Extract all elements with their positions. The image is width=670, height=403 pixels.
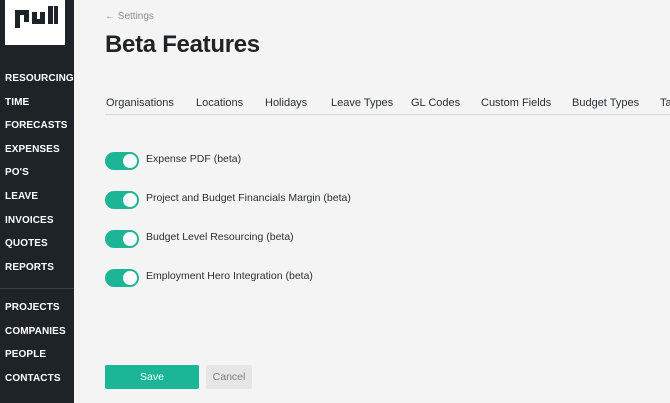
sidebar-item-leave[interactable]: LEAVE (0, 185, 74, 209)
secondary-nav: PROJECTS COMPANIES PEOPLE CONTACTS (0, 296, 74, 390)
page-title: Beta Features (105, 31, 260, 58)
sidebar-item-expenses[interactable]: EXPENSES (0, 138, 74, 162)
sidebar-item-contacts[interactable]: CONTACTS (0, 367, 74, 391)
sidebar-item-resourcing[interactable]: RESOURCING (0, 67, 74, 91)
sidebar-item-time[interactable]: TIME (0, 91, 74, 115)
feature-label: Employment Hero Integration (beta) (146, 270, 313, 282)
sidebar: RESOURCING TIME FORECASTS EXPENSES PO'S … (0, 0, 74, 403)
sidebar-item-forecasts[interactable]: FORECASTS (0, 114, 74, 138)
settings-tabs: Organisations Locations Holidays Leave T… (105, 91, 670, 115)
feature-label: Project and Budget Financials Margin (be… (146, 192, 351, 204)
toggle-switch[interactable] (105, 269, 139, 287)
save-button[interactable]: Save (105, 365, 199, 389)
sidebar-item-projects[interactable]: PROJECTS (0, 296, 74, 320)
toggle-switch[interactable] (105, 230, 139, 248)
pm-logo-icon[interactable] (5, 0, 65, 45)
feature-label: Expense PDF (beta) (146, 153, 242, 165)
toggle-knob (123, 154, 137, 168)
sidebar-item-invoices[interactable]: INVOICES (0, 209, 74, 233)
tab-organisations[interactable]: Organisations (106, 97, 174, 109)
tab-ta-truncated[interactable]: Ta (660, 97, 670, 109)
primary-nav: RESOURCING TIME FORECASTS EXPENSES PO'S … (0, 67, 74, 279)
tab-locations[interactable]: Locations (196, 97, 243, 109)
toggle-knob (123, 193, 137, 207)
sidebar-item-people[interactable]: PEOPLE (0, 343, 74, 367)
toggle-knob (123, 232, 137, 246)
sidebar-divider (0, 288, 74, 289)
toggle-switch[interactable] (105, 152, 139, 170)
feature-label: Budget Level Resourcing (beta) (146, 231, 294, 243)
tab-gl-codes[interactable]: GL Codes (411, 97, 460, 109)
tab-leave-types[interactable]: Leave Types (331, 97, 393, 109)
toggle-knob (123, 271, 137, 285)
sidebar-item-reports[interactable]: REPORTS (0, 256, 74, 280)
sidebar-item-companies[interactable]: COMPANIES (0, 320, 74, 344)
sidebar-item-quotes[interactable]: QUOTES (0, 232, 74, 256)
cancel-button[interactable]: Cancel (206, 365, 252, 389)
main-content: ← Settings Beta Features Organisations L… (74, 0, 670, 403)
sidebar-item-pos[interactable]: PO'S (0, 161, 74, 185)
toggle-switch[interactable] (105, 191, 139, 209)
tab-custom-fields[interactable]: Custom Fields (481, 97, 551, 109)
tab-budget-types[interactable]: Budget Types (572, 97, 639, 109)
tab-holidays[interactable]: Holidays (265, 97, 307, 109)
breadcrumb-back-to-settings[interactable]: ← Settings (105, 11, 154, 22)
